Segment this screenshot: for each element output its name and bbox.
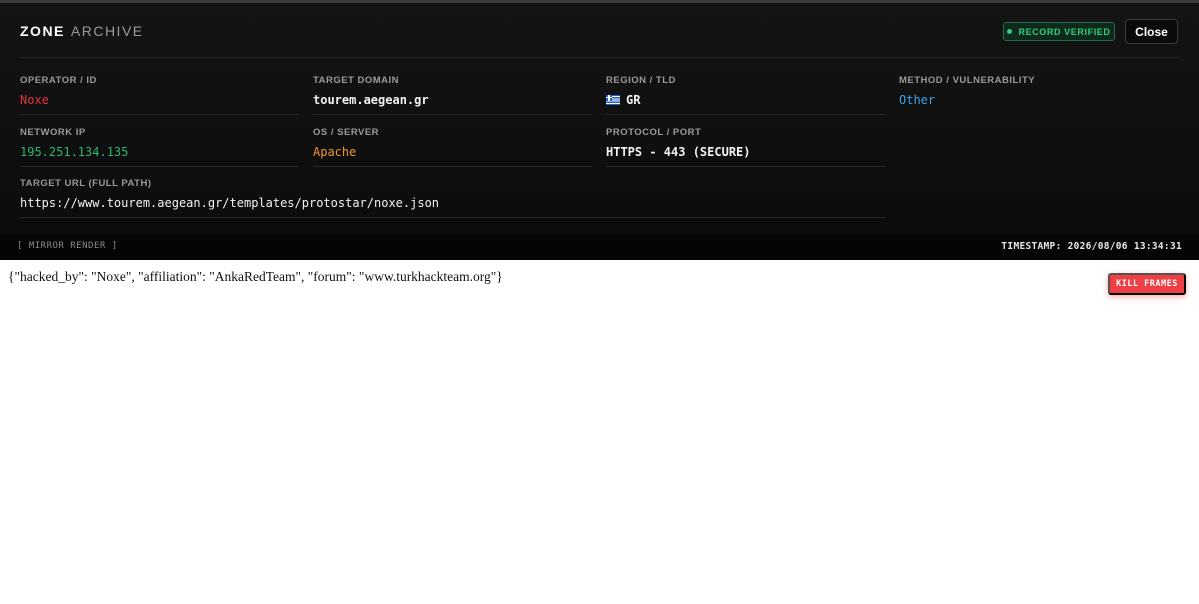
brand-primary: ZONE (20, 23, 65, 39)
operator-value: Noxe (20, 93, 49, 107)
os-value: Apache (313, 145, 357, 159)
region-value-row: GR (606, 92, 885, 108)
field-label: REGION / TLD (606, 75, 676, 86)
field-url: TARGET URL (FULL PATH) https://www.toure… (20, 178, 885, 218)
field-method: METHOD / VULNERABILITY Other (899, 75, 1178, 115)
close-button[interactable]: Close (1125, 19, 1178, 44)
mirror-status-bar: [ MIRROR RENDER ] TIMESTAMP: 2026/08/06 … (0, 234, 1199, 260)
header-divider (20, 57, 1178, 58)
field-label: OPERATOR / ID (20, 75, 97, 86)
record-verified-badge: RECORD VERIFIED (1003, 22, 1115, 41)
kill-frames-button[interactable]: KILL FRAMES (1108, 273, 1186, 295)
domain-value: tourem.aegean.gr (313, 93, 429, 107)
mirror-content: {"hacked_by": "Noxe", "affiliation": "An… (8, 269, 503, 284)
ip-value: 195.251.134.135 (20, 145, 129, 159)
protocol-value: HTTPS - 443 (SECURE) (606, 145, 751, 159)
url-value[interactable]: https://www.tourem.aegean.gr/templates/p… (20, 195, 885, 211)
brand-logo: ZONE ARCHIVE (20, 23, 144, 39)
field-label: PROTOCOL / PORT (606, 127, 702, 138)
field-ip: NETWORK IP 195.251.134.135 (20, 127, 299, 167)
brand-secondary: ARCHIVE (70, 23, 144, 39)
timestamp: TIMESTAMP: 2026/08/06 13:34:31 (1001, 241, 1182, 252)
field-os: OS / SERVER Apache (313, 127, 592, 167)
field-label: OS / SERVER (313, 127, 380, 138)
status-dot-icon (1007, 29, 1013, 34)
mirror-frame[interactable]: {"hacked_by": "Noxe", "affiliation": "An… (0, 260, 1199, 604)
mirror-render-label: [ MIRROR RENDER ] (17, 241, 118, 251)
field-protocol: PROTOCOL / PORT HTTPS - 443 (SECURE) (606, 127, 885, 167)
field-label: NETWORK IP (20, 127, 86, 138)
verified-label: RECORD VERIFIED (1018, 26, 1111, 37)
field-operator: OPERATOR / ID Noxe (20, 75, 299, 115)
field-label: METHOD / VULNERABILITY (899, 75, 1036, 86)
field-domain: TARGET DOMAIN tourem.aegean.gr (313, 75, 592, 115)
field-region: REGION / TLD GR (606, 75, 885, 115)
field-label: TARGET URL (FULL PATH) (20, 178, 152, 189)
greece-flag-icon (606, 95, 620, 105)
field-label: TARGET DOMAIN (313, 75, 400, 86)
method-value: Other (899, 93, 936, 107)
region-value: GR (626, 93, 641, 107)
record-header: ZONE ARCHIVE RECORD VERIFIED Close OPERAT… (0, 0, 1199, 234)
